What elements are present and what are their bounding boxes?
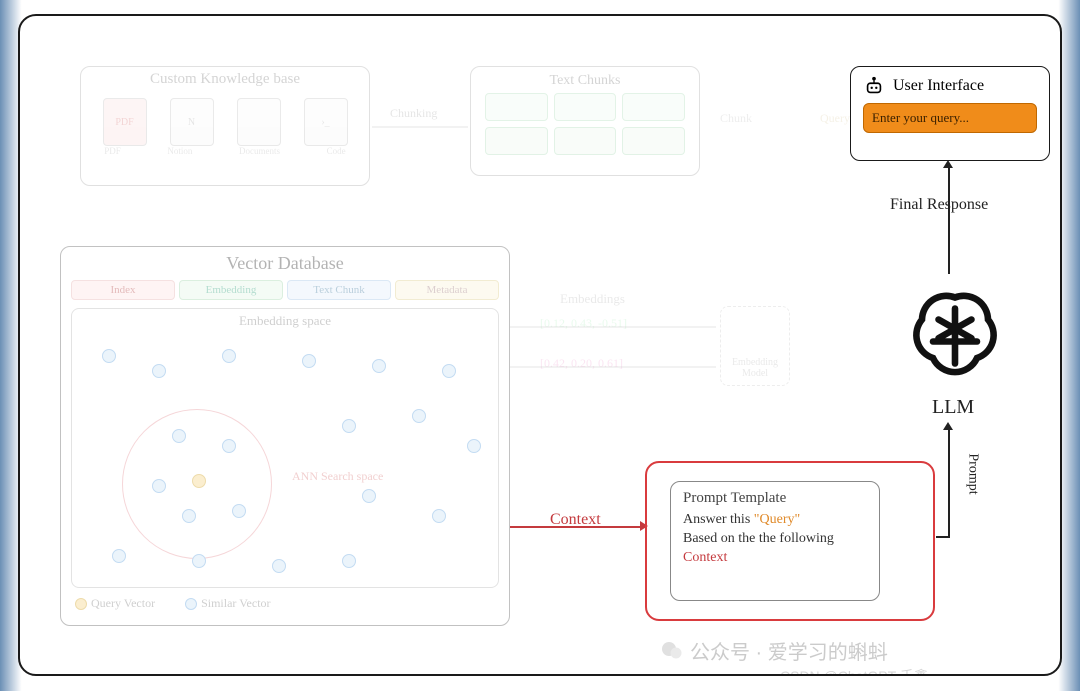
code-icon: ›_	[304, 98, 348, 146]
query-vector-dot	[192, 474, 206, 488]
arrow-chunking	[372, 126, 468, 128]
arrow-embed-out	[510, 366, 716, 368]
vector-dot	[442, 364, 456, 378]
wechat-icon	[660, 639, 684, 663]
documents-icon	[237, 98, 281, 146]
pt-title: Prompt Template	[683, 490, 867, 507]
kb-label-docs: Documents	[239, 146, 280, 156]
arrow-llm-to-ui	[948, 164, 950, 274]
embeddings-label: Embeddings	[560, 291, 625, 307]
vdb-title: Vector Database	[61, 247, 509, 280]
chunk-label: Chunk	[720, 111, 752, 126]
arrowhead-up-icon	[943, 160, 953, 168]
vector-dot	[432, 509, 446, 523]
col-metadata: Metadata	[395, 280, 499, 300]
chunking-label: Chunking	[390, 106, 437, 121]
arrow-embed-in	[510, 326, 716, 328]
arrow-prompt-to-llm	[948, 426, 950, 536]
arrowhead-up-icon	[943, 422, 953, 430]
pdf-icon: PDF	[103, 98, 147, 146]
diagram-canvas: Custom Knowledge base PDF N ›_ PDF Notio…	[18, 14, 1062, 676]
notion-icon: N	[170, 98, 214, 146]
similar-vector-dot	[182, 509, 196, 523]
similar-vector-dot	[152, 479, 166, 493]
vector-dot	[362, 489, 376, 503]
vector-dot	[467, 439, 481, 453]
user-interface-box: User Interface Enter your query...	[850, 66, 1050, 161]
embedding-vector-1: [0.12, 0.43, -0.51]	[540, 316, 627, 331]
legend-similar: Similar Vector	[185, 596, 270, 611]
text-chunks-box: Text Chunks	[470, 66, 700, 176]
openai-logo-icon	[900, 276, 1010, 396]
vector-dot	[272, 559, 286, 573]
embedding-model-box: Embedding Model	[720, 306, 790, 386]
legend-query: Query Vector	[75, 596, 155, 611]
embed-space-title: Embedding space	[72, 313, 498, 329]
similar-vector-dot	[172, 429, 186, 443]
vector-dot	[112, 549, 126, 563]
chunk-cell	[622, 93, 685, 121]
ui-title: User Interface	[893, 77, 984, 95]
similar-vector-dot	[232, 504, 246, 518]
arrow-prompt-h	[936, 536, 950, 538]
col-embedding: Embedding	[179, 280, 283, 300]
query-faded-label: Query	[820, 111, 850, 126]
vector-dot	[302, 354, 316, 368]
kb-label-code: Code	[327, 146, 346, 156]
embedding-space: Embedding space ANN Search space	[71, 308, 499, 588]
similar-vector-dot	[222, 439, 236, 453]
tc-title: Text Chunks	[477, 73, 693, 89]
prompt-template-box: Prompt Template Answer this "Query" Base…	[670, 481, 880, 601]
knowledge-base-box: Custom Knowledge base PDF N ›_ PDF Notio…	[80, 66, 370, 186]
chunk-cell	[622, 127, 685, 155]
vector-dot	[152, 364, 166, 378]
watermark-line1: 公众号 · 爱学习的蝌蚪	[660, 636, 888, 665]
final-response-label: Final Response	[890, 196, 988, 214]
kb-label-notion: Notion	[167, 146, 192, 156]
vector-database-box: Vector Database Index Embedding Text Chu…	[60, 246, 510, 626]
ann-label: ANN Search space	[292, 469, 383, 484]
chunk-cell	[554, 93, 617, 121]
query-input[interactable]: Enter your query...	[863, 103, 1037, 133]
vector-dot	[222, 349, 236, 363]
pt-body: Answer this "Query" Based on the the fol…	[683, 511, 867, 568]
vector-dot	[372, 359, 386, 373]
vector-dot	[342, 419, 356, 433]
kb-label-pdf: PDF	[104, 146, 121, 156]
robot-icon	[863, 75, 885, 97]
col-text-chunk: Text Chunk	[287, 280, 391, 300]
llm-label: LLM	[932, 396, 974, 419]
vector-dot	[412, 409, 426, 423]
chunk-cell	[554, 127, 617, 155]
col-index: Index	[71, 280, 175, 300]
kb-title: Custom Knowledge base	[81, 67, 369, 92]
vector-dot	[342, 554, 356, 568]
vector-dot	[102, 349, 116, 363]
prompt-label: Prompt	[965, 453, 981, 494]
watermark-line2: CSDN @ChatGPT-千鑫	[780, 666, 928, 676]
embedding-vector-2: [0.42, 0.20, 0.61]	[540, 356, 623, 371]
context-label: Context	[550, 511, 601, 529]
chunk-cell	[485, 127, 548, 155]
chunk-cell	[485, 93, 548, 121]
vector-dot	[192, 554, 206, 568]
